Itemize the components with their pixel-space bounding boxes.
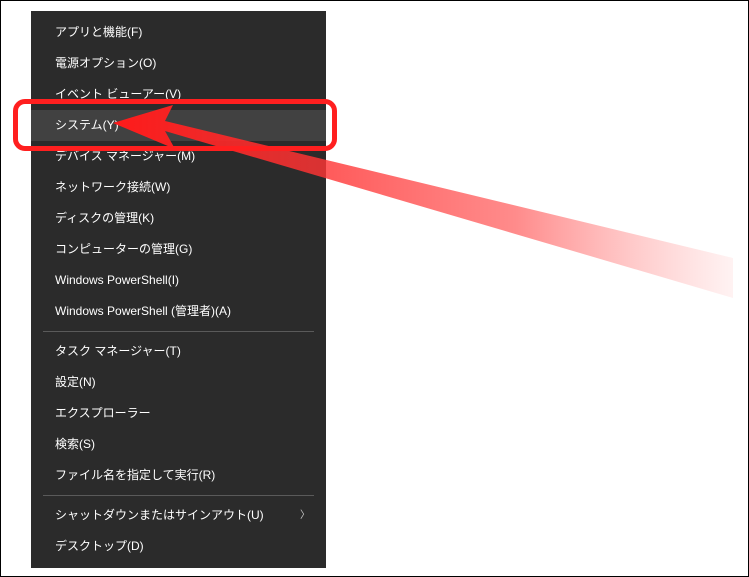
menu-label: デバイス マネージャー(M) bbox=[55, 141, 195, 172]
menu-item-task-manager[interactable]: タスク マネージャー(T) bbox=[31, 336, 326, 367]
menu-item-run[interactable]: ファイル名を指定して実行(R) bbox=[31, 460, 326, 491]
menu-item-device-manager[interactable]: デバイス マネージャー(M) bbox=[31, 141, 326, 172]
menu-item-explorer[interactable]: エクスプローラー bbox=[31, 398, 326, 429]
menu-item-disk-management[interactable]: ディスクの管理(K) bbox=[31, 203, 326, 234]
menu-separator bbox=[43, 495, 314, 496]
menu-label: Windows PowerShell (管理者)(A) bbox=[55, 296, 231, 327]
menu-label: システム(Y) bbox=[55, 110, 119, 141]
menu-label: 検索(S) bbox=[55, 429, 95, 460]
menu-label: Windows PowerShell(I) bbox=[55, 265, 179, 296]
menu-item-settings[interactable]: 設定(N) bbox=[31, 367, 326, 398]
menu-label: 設定(N) bbox=[55, 367, 96, 398]
menu-label: アプリと機能(F) bbox=[55, 17, 142, 48]
menu-label: エクスプローラー bbox=[55, 398, 151, 429]
menu-item-apps-features[interactable]: アプリと機能(F) bbox=[31, 17, 326, 48]
menu-label: シャットダウンまたはサインアウト(U) bbox=[55, 500, 264, 531]
menu-label: 電源オプション(O) bbox=[55, 48, 156, 79]
menu-item-powershell[interactable]: Windows PowerShell(I) bbox=[31, 265, 326, 296]
menu-item-desktop[interactable]: デスクトップ(D) bbox=[31, 531, 326, 562]
menu-separator bbox=[43, 331, 314, 332]
menu-item-search[interactable]: 検索(S) bbox=[31, 429, 326, 460]
menu-label: ファイル名を指定して実行(R) bbox=[55, 460, 215, 491]
menu-label: コンピューターの管理(G) bbox=[55, 234, 192, 265]
winx-context-menu: アプリと機能(F) 電源オプション(O) イベント ビューアー(V) システム(… bbox=[31, 11, 326, 568]
menu-label: ネットワーク接続(W) bbox=[55, 172, 170, 203]
menu-item-power-options[interactable]: 電源オプション(O) bbox=[31, 48, 326, 79]
menu-item-system[interactable]: システム(Y) bbox=[31, 110, 326, 141]
menu-label: イベント ビューアー(V) bbox=[55, 79, 181, 110]
menu-item-event-viewer[interactable]: イベント ビューアー(V) bbox=[31, 79, 326, 110]
menu-item-network-connections[interactable]: ネットワーク接続(W) bbox=[31, 172, 326, 203]
chevron-right-icon: 〉 bbox=[300, 500, 310, 531]
menu-item-shutdown-signout[interactable]: シャットダウンまたはサインアウト(U) 〉 bbox=[31, 500, 326, 531]
menu-label: デスクトップ(D) bbox=[55, 531, 144, 562]
menu-item-powershell-admin[interactable]: Windows PowerShell (管理者)(A) bbox=[31, 296, 326, 327]
menu-label: ディスクの管理(K) bbox=[55, 203, 154, 234]
menu-item-computer-management[interactable]: コンピューターの管理(G) bbox=[31, 234, 326, 265]
menu-label: タスク マネージャー(T) bbox=[55, 336, 181, 367]
